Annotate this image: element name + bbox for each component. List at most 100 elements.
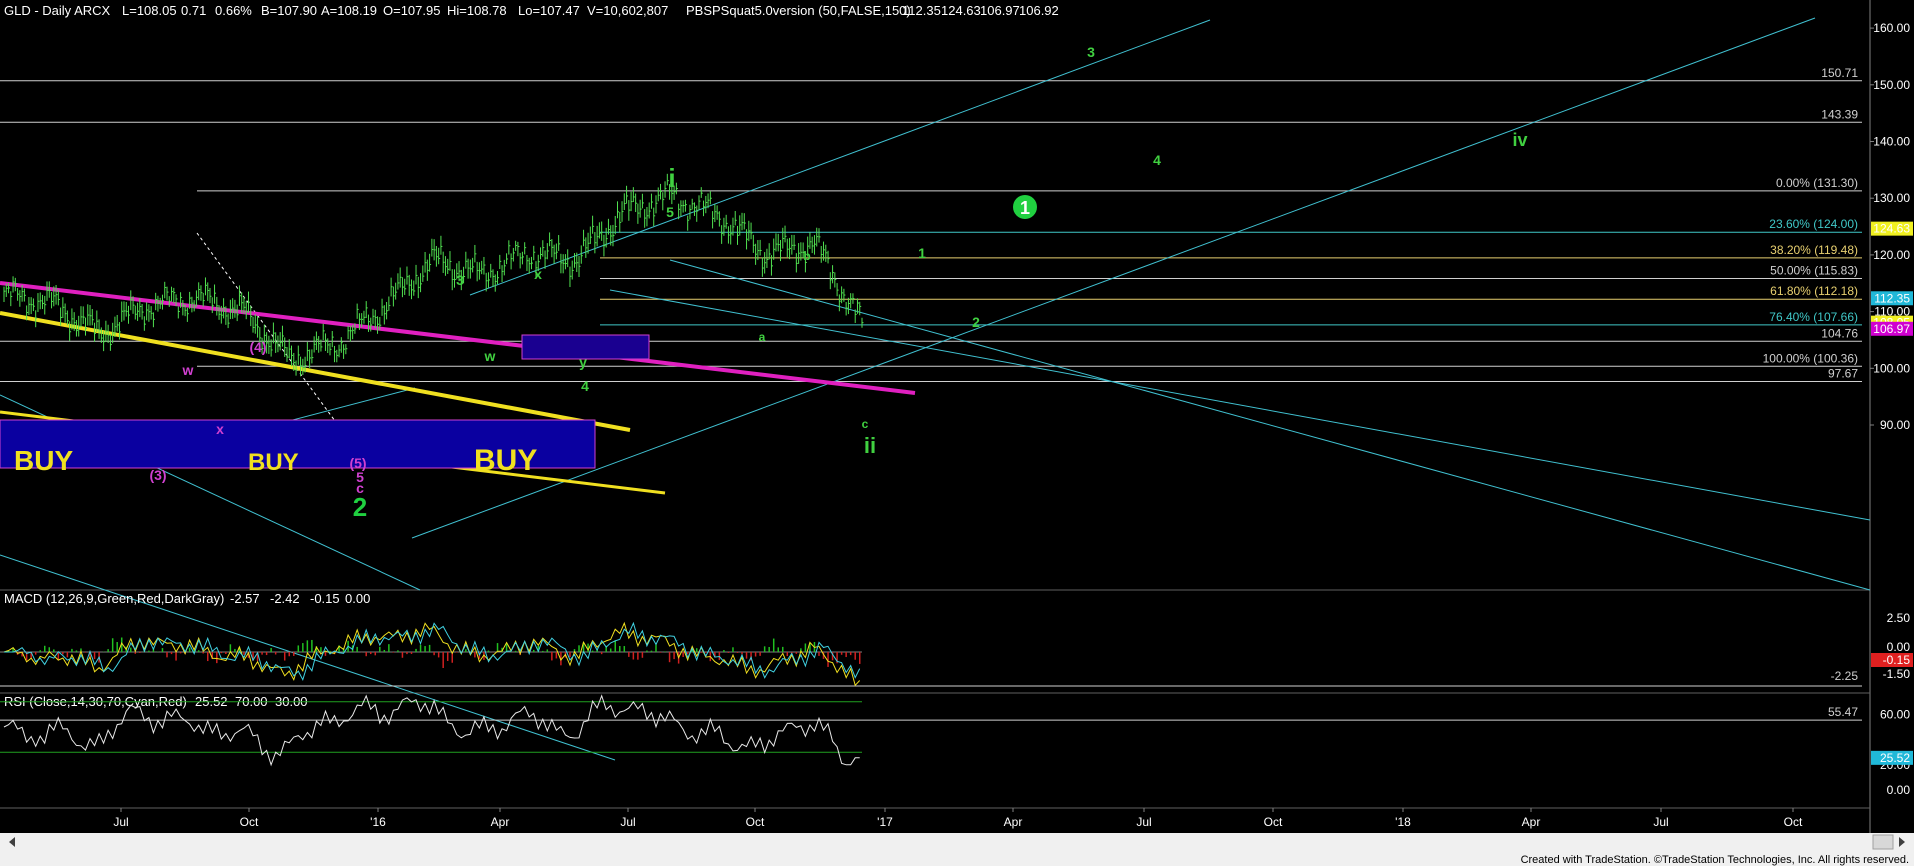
trend-line [669,259,1871,591]
header-change-pct: 0.66% [215,3,252,18]
price-bars [3,173,864,377]
header-indicator: PBSPSquat5.0version (50,FALSE,150) [686,3,911,18]
horizontal-scrollbar[interactable] [0,833,1914,851]
buy-label: BUY [248,449,299,476]
wave-label: x [216,421,224,437]
time-label: Apr [491,815,510,829]
macd-panel: MACD (12,26,9,Green,Red,DarkGray) -2.57 -2… [0,591,1913,687]
buy-zones: BUY BUY BUY [0,334,650,477]
wave-label: 2 [972,314,980,330]
fib-label: 100.00% (100.36) [1763,351,1858,365]
wave-label: ii [864,433,876,458]
wave-label: a [759,330,766,344]
trend-channels [0,17,1871,761]
macd-value: 0.00 [345,591,370,606]
wave-label: 5 [666,204,674,220]
rsi-level-label: 55.47 [1828,705,1858,719]
price-tick-label: 120.00 [1873,248,1910,262]
price-tick-label: 150.00 [1873,78,1910,92]
rsi-tick-label: 60.00 [1880,707,1910,721]
trend-line [411,17,1816,539]
fib-lines [0,80,1862,383]
wave-label: 3 [456,272,464,288]
macd-line [3,621,861,687]
time-label: Oct [240,815,259,829]
time-label: '18 [1395,815,1411,829]
wave-label: 1 [918,245,926,261]
header-indicator-value: 112.35 [902,3,941,18]
macd-value: -0.15 [310,591,340,606]
fib-label: 97.67 [1828,367,1858,381]
wave-label: i [668,163,675,193]
chart-header: GLD - Daily ARCX L=108.05 0.71 0.66% B=1… [4,3,1059,18]
wave-label: 4 [581,378,589,394]
time-label: Oct [1264,815,1283,829]
macd-level-label: -2.25 [1831,669,1859,683]
time-label: Oct [746,815,765,829]
header-indicator-value: 106.97 [980,3,1020,18]
rsi-line [3,694,860,767]
header-low: Lo=107.47 [518,3,580,18]
fib-label: 61.80% (112.18) [1770,284,1858,298]
macd-tick-label: 0.00 [1887,640,1911,654]
fib-label: 143.39 [1821,107,1858,121]
header-bid: B=107.90 [261,3,317,18]
time-label: Oct [1784,815,1803,829]
wave-label: x [534,266,542,282]
wave-label: c [862,417,869,431]
macd-badge-label: -0.15 [1883,653,1911,667]
wave-label: 4 [1153,152,1161,168]
wave-label: w [182,362,194,378]
wave-label: (4) [249,339,266,355]
macd-tick-label: -1.50 [1883,667,1911,681]
macd-tick-label: 2.50 [1887,611,1911,625]
time-label: Jul [620,815,635,829]
macd-value: -2.57 [230,591,260,606]
fib-label: 150.71 [1821,66,1858,80]
scroll-thumb[interactable] [1872,834,1894,850]
header-volume: V=10,602,807 [587,3,668,18]
header-open: O=107.95 [383,3,440,18]
price-tick-label: 140.00 [1873,135,1910,149]
price-badge-label: 124.63 [1873,222,1910,236]
chart-canvas: BUY BUY BUY (3)(4)wx(5)5c23wxy45iabcii1234… [0,0,1914,866]
time-label: '17 [877,815,893,829]
macd-signal-line [4,621,861,682]
rsi-badge-label: 25.52 [1880,751,1910,765]
fib-label: 23.60% (124.00) [1769,217,1858,231]
rsi-tick-label: 0.00 [1887,783,1911,797]
footer-copyright: Created with TradeStation. ©TradeStation… [1521,854,1909,866]
macd-title: MACD (12,26,9,Green,Red,DarkGray) [4,591,224,606]
price-tick-label: 130.00 [1873,191,1910,205]
buy-label: BUY [474,444,537,477]
price-tick-label: 90.00 [1880,418,1910,432]
header-indicator-value: 124.63 [941,3,981,18]
price-tick-label: 100.00 [1873,361,1910,375]
header-change: 0.71 [181,3,206,18]
time-label: Apr [1522,815,1541,829]
wave-label: 3 [1087,44,1095,60]
time-label: Jul [1653,815,1668,829]
time-label: '16 [370,815,386,829]
header-ask: A=108.19 [321,3,377,18]
fib-label: 0.00% (131.30) [1776,176,1858,190]
price-badge-label: 112.35 [1874,291,1910,305]
time-label: Jul [113,815,128,829]
macd-value: -2.42 [270,591,300,606]
buy-label: BUY [14,445,73,476]
circle-wave-label: 1 [1020,198,1030,218]
time-axis: Jul Oct '16 Apr Jul Oct '17 Apr Jul Oct '18 Apr Jul O… [113,808,1803,829]
fib-label: 104.76 [1821,326,1858,340]
wave-label: w [484,348,496,364]
header-symbol: GLD - Daily ARCX [4,3,111,18]
time-label: Jul [1136,815,1151,829]
fib-label: 50.00% (115.83) [1770,264,1858,278]
header-high: Hi=108.78 [447,3,507,18]
wave-label: 2 [353,492,367,522]
wave-label: b [803,249,810,263]
wave-label: (3) [149,467,166,483]
time-label: Apr [1004,815,1023,829]
header-last: L=108.05 [122,3,177,18]
price-badge-label: 106.97 [1873,322,1910,336]
price-tick-label: 160.00 [1873,21,1910,35]
